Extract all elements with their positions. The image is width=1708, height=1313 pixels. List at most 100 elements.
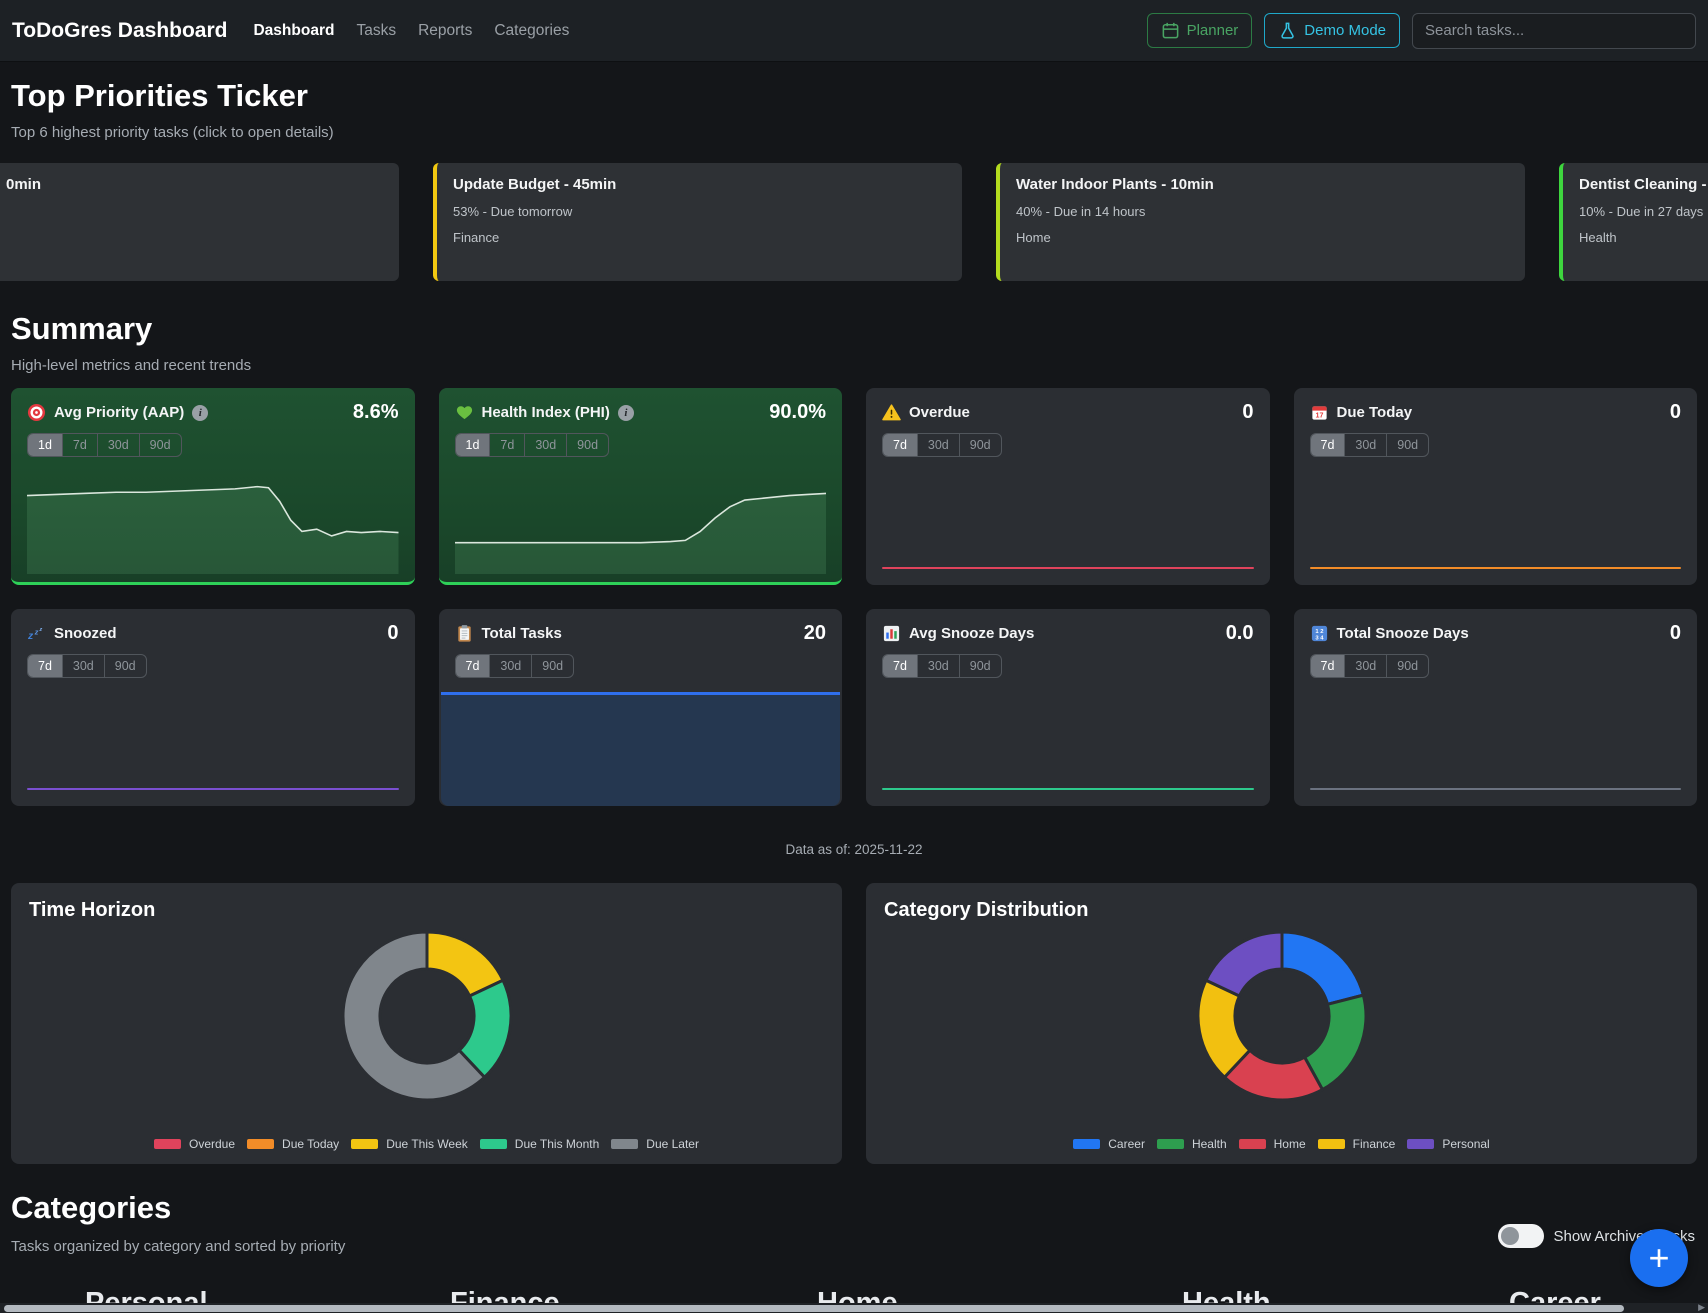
range-30d-button[interactable]: 30d [917,434,959,456]
range-toggle-group: 7d30d90d [882,433,1002,457]
metric-card-health-index[interactable]: Health Index (PHI) 90.0% 1d7d30d90d [439,388,843,585]
donut-slice-personal[interactable] [1205,932,1281,996]
range-30d-button[interactable]: 30d [917,655,959,677]
nav-link-reports[interactable]: Reports [418,22,472,40]
flat-sparkline [1310,788,1682,791]
metric-value: 0 [1242,401,1253,424]
ticker-card-title: Water Indoor Plants - 10min [1016,176,1509,193]
svg-text:1 2: 1 2 [1315,629,1324,635]
flat-sparkline [1310,567,1682,570]
metric-card-snoozed[interactable]: zzzSnoozed0 7d30d90d [11,609,415,806]
range-90d-button[interactable]: 90d [139,434,181,456]
metric-card-avg-snooze-days[interactable]: Avg Snooze Days0.07d30d90d [866,609,1270,806]
summary-title: Summary [11,311,1697,347]
demo-mode-button[interactable]: Demo Mode [1264,13,1400,48]
range-7d-button[interactable]: 7d [1311,434,1345,456]
legend-swatch [1239,1139,1266,1149]
ticker-card-title: Dentist Cleaning - 6 [1579,176,1708,193]
metric-card-total-snooze-days[interactable]: 1 23 4Total Snooze Days0 7d30d90d [1294,609,1698,806]
metric-card-due-today[interactable]: 17Due Today07d30d90d [1294,388,1698,585]
range-90d-button[interactable]: 90d [1386,434,1428,456]
range-30d-button[interactable]: 30d [524,434,566,456]
plus-icon: + [1648,1237,1669,1279]
range-30d-button[interactable]: 30d [97,434,139,456]
scrollbar-thumb[interactable] [4,1305,1624,1312]
info-icon[interactable] [192,405,208,421]
range-7d-button[interactable]: 7d [489,434,524,456]
range-90d-button[interactable]: 90d [959,655,1001,677]
metric-card-header: Health Index (PHI) 90.0% [455,401,827,424]
planner-calendar-icon [1161,21,1180,40]
legend-item: Due This Month [480,1137,600,1151]
range-90d-button[interactable]: 90d [531,655,573,677]
svg-text:z: z [27,631,34,642]
legend-swatch [1073,1139,1100,1149]
metric-title: Health Index (PHI) [482,404,610,421]
range-30d-button[interactable]: 30d [489,655,531,677]
legend-item: Due This Week [351,1137,468,1151]
legend-label: Personal [1442,1137,1489,1151]
range-30d-button[interactable]: 30d [62,655,104,677]
range-90d-button[interactable]: 90d [104,655,146,677]
category-distribution-panel: Category Distribution CareerHealthHomeFi… [866,883,1697,1164]
ticker-card[interactable]: Dentist Cleaning - 6 10% - Due in 27 day… [1559,163,1708,281]
donut-slice-career[interactable] [1282,932,1363,1004]
range-toggle-group: 7d30d90d [1310,654,1430,678]
sparkline-chart [27,462,399,574]
range-7d-button[interactable]: 7d [456,655,490,677]
ticker-title: Top Priorities Ticker [11,78,1697,114]
ticker-card[interactable]: 0min [0,163,399,281]
metric-card-overdue[interactable]: Overdue0 7d30d90d [866,388,1270,585]
metric-value: 0.0 [1226,622,1254,645]
svg-text:17: 17 [1315,412,1323,420]
range-1d-button[interactable]: 1d [456,434,490,456]
nav-links: Dashboard Tasks Reports Categories [253,22,569,40]
add-task-button[interactable]: + [1630,1229,1688,1287]
flat-sparkline [882,567,1254,570]
range-90d-button[interactable]: 90d [959,434,1001,456]
range-90d-button[interactable]: 90d [566,434,608,456]
search-input[interactable] [1412,13,1696,49]
metric-card-total-tasks[interactable]: Total Tasks207d30d90d [439,609,843,806]
range-7d-button[interactable]: 7d [883,434,917,456]
range-30d-button[interactable]: 30d [1344,434,1386,456]
metric-value: 90.0% [769,401,826,424]
nav-link-categories[interactable]: Categories [494,22,569,40]
metric-value: 20 [804,622,826,645]
summary-subtitle: High-level metrics and recent trends [11,357,1697,374]
show-archived-toggle[interactable] [1498,1224,1544,1248]
legend-swatch [1157,1139,1184,1149]
metric-card-header: 1 23 4Total Snooze Days0 [1310,622,1682,645]
numbers-icon: 1 23 4 [1310,624,1329,643]
time-horizon-title: Time Horizon [29,899,824,922]
flat-sparkline [27,788,399,791]
range-toggle-group: 7d30d90d [455,654,575,678]
area-sparkline [441,692,841,806]
legend-item: Due Later [611,1137,699,1151]
nav-actions: Planner Demo Mode [1147,13,1696,49]
metric-card-avg-priority[interactable]: Avg Priority (AAP)8.6% 1d7d30d90d [11,388,415,585]
legend-label: Career [1108,1137,1145,1151]
legend-label: Due Later [646,1137,699,1151]
metric-card-header: Avg Priority (AAP)8.6% [27,401,399,424]
range-7d-button[interactable]: 7d [1311,655,1345,677]
planner-button[interactable]: Planner [1147,13,1253,48]
nav-link-tasks[interactable]: Tasks [356,22,396,40]
range-7d-button[interactable]: 7d [883,655,917,677]
metric-card-header: zzzSnoozed0 [27,622,399,645]
legend-swatch [247,1139,274,1149]
scrollbar-right-arrow[interactable]: ▶ [1698,1302,1705,1313]
ticker-subtitle: Top 6 highest priority tasks (click to o… [11,124,1697,141]
nav-link-dashboard[interactable]: Dashboard [253,22,334,40]
ticker-card[interactable]: Water Indoor Plants - 10min 40% - Due in… [996,163,1525,281]
range-7d-button[interactable]: 7d [62,434,97,456]
legend-item: Personal [1407,1137,1489,1151]
info-icon[interactable] [618,405,634,421]
range-90d-button[interactable]: 90d [1386,655,1428,677]
metric-card-header: Overdue0 [882,401,1254,424]
barchart-icon [882,624,901,643]
ticker-card[interactable]: Update Budget - 45min 53% - Due tomorrow… [433,163,962,281]
range-1d-button[interactable]: 1d [28,434,62,456]
range-30d-button[interactable]: 30d [1344,655,1386,677]
range-7d-button[interactable]: 7d [28,655,62,677]
